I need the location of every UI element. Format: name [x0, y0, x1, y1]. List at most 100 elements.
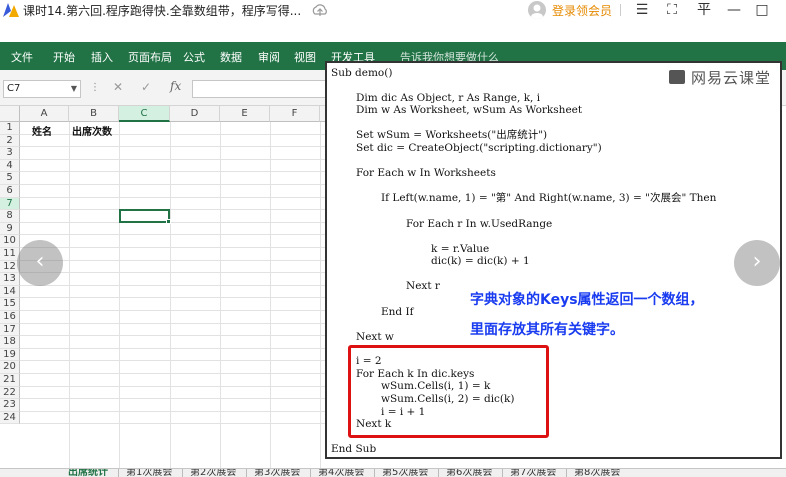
- gridline: [20, 410, 330, 412]
- row-header[interactable]: 14: [0, 285, 20, 299]
- menu-button[interactable]: ☰: [632, 1, 652, 19]
- sheet-tab-8[interactable]: 第8次展会: [574, 469, 620, 477]
- sheet-tab-3[interactable]: 第3次展会: [254, 469, 300, 477]
- cell-b1[interactable]: 出席次数: [72, 123, 112, 138]
- gridline: [170, 122, 171, 468]
- gridline: [20, 385, 330, 387]
- tab-file[interactable]: 文件: [11, 49, 33, 65]
- row-header[interactable]: 19: [0, 348, 20, 362]
- divider: [310, 469, 311, 477]
- sheet-tab-4[interactable]: 第4次展会: [318, 469, 364, 477]
- worksheet-grid[interactable]: A B C D E F 1 2 3 4 5 6 7 8 9 10 11 12 13 14 15 16 17 18 1…: [0, 106, 330, 468]
- maximize-button[interactable]: □: [752, 1, 772, 19]
- cancel-button[interactable]: ✕: [113, 80, 123, 94]
- gridline: [20, 373, 330, 374]
- sheet-tab-7[interactable]: 第7次展会: [510, 469, 556, 477]
- title-bar: 课时14.第六回.程序跑得快.全靠数组带，程序写得... 登录领会员 ☰ ⛶ 平…: [0, 0, 786, 20]
- row-header[interactable]: 7: [0, 197, 20, 211]
- cloud-upload-icon[interactable]: [311, 1, 329, 19]
- column-header-f[interactable]: F: [270, 106, 320, 122]
- row-header[interactable]: 4: [0, 159, 20, 173]
- tab-formulas[interactable]: 公式: [183, 49, 205, 65]
- tab-review[interactable]: 审阅: [258, 49, 280, 65]
- row-header[interactable]: 23: [0, 399, 20, 412]
- row-header[interactable]: 1: [0, 122, 20, 135]
- gridline: [20, 284, 330, 286]
- avatar[interactable]: [528, 1, 546, 19]
- row-header[interactable]: 3: [0, 147, 20, 160]
- tab-home[interactable]: 开始: [53, 49, 75, 65]
- row-header[interactable]: 2: [0, 134, 20, 148]
- tab-view[interactable]: 视图: [294, 49, 316, 65]
- divider: [566, 469, 567, 477]
- title-spacer: [0, 20, 786, 42]
- tab-insert[interactable]: 插入: [91, 49, 113, 65]
- row-header[interactable]: 5: [0, 172, 20, 185]
- tab-page-layout[interactable]: 页面布局: [128, 49, 172, 65]
- row-header[interactable]: 13: [0, 273, 20, 286]
- column-header-c[interactable]: C: [119, 106, 170, 122]
- prev-slide-button[interactable]: ‹: [17, 240, 63, 286]
- annotation-line-2: 里面存放其所有关键字。: [470, 322, 624, 338]
- formula-input[interactable]: [192, 80, 332, 98]
- gridline: [20, 272, 330, 274]
- row-header[interactable]: 6: [0, 185, 20, 198]
- divider: [182, 469, 183, 477]
- row-header[interactable]: 15: [0, 298, 20, 311]
- sheet-tab-summary[interactable]: 出席统计: [68, 469, 108, 477]
- row-header[interactable]: 8: [0, 210, 20, 223]
- column-header-e[interactable]: E: [220, 106, 270, 122]
- divider: [620, 4, 621, 16]
- row-header[interactable]: 9: [0, 222, 20, 236]
- highlight-box: [348, 345, 549, 438]
- tab-data[interactable]: 数据: [220, 49, 242, 65]
- fullscreen-button[interactable]: ⛶: [662, 1, 682, 19]
- code-line: Set wSum = Worksheets("出席统计"): [356, 129, 548, 141]
- minimize-button[interactable]: —: [724, 1, 744, 19]
- column-header-a[interactable]: A: [20, 106, 69, 122]
- column-header-d[interactable]: D: [170, 106, 220, 122]
- selected-cell-c7[interactable]: [119, 209, 171, 224]
- column-header-b[interactable]: B: [69, 106, 119, 122]
- row-header[interactable]: 18: [0, 336, 20, 349]
- row-header[interactable]: 16: [0, 311, 20, 324]
- sheet-tab-6[interactable]: 第6次展会: [446, 469, 492, 477]
- next-slide-button[interactable]: ›: [734, 240, 780, 286]
- row-header[interactable]: 24: [0, 411, 20, 425]
- row-header[interactable]: 20: [0, 361, 20, 374]
- login-vip-link[interactable]: 登录领会员: [552, 2, 612, 19]
- gridline: [20, 360, 330, 362]
- divider: [438, 469, 439, 477]
- code-line: End Sub: [331, 443, 377, 455]
- pin-button[interactable]: 平: [694, 1, 714, 19]
- gridline: [20, 171, 330, 173]
- row-header[interactable]: 21: [0, 374, 20, 387]
- gridline: [270, 122, 271, 468]
- gridline: [119, 122, 120, 468]
- select-all-corner[interactable]: [0, 106, 20, 122]
- code-line: End If: [381, 306, 414, 318]
- fill-handle[interactable]: [166, 219, 171, 224]
- confirm-button[interactable]: ✓: [141, 80, 151, 94]
- gridline: [20, 310, 330, 311]
- name-box[interactable]: C7 ▼: [3, 80, 81, 98]
- sheet-tab-5[interactable]: 第5次展会: [382, 469, 428, 477]
- chevron-down-icon[interactable]: ▼: [71, 81, 77, 97]
- code-line: If Left(w.name, 1) = "第" And Right(w.nam…: [381, 192, 717, 204]
- row-header[interactable]: 22: [0, 386, 20, 400]
- insert-function-button[interactable]: fx: [170, 79, 181, 93]
- sheet-tab-2[interactable]: 第2次展会: [190, 469, 236, 477]
- gridline: [20, 259, 330, 261]
- gridline: [20, 146, 330, 148]
- gridline: [20, 347, 330, 349]
- code-line: k = r.Value: [431, 243, 490, 255]
- row-header[interactable]: 17: [0, 323, 20, 337]
- watermark-text: 网易云课堂: [691, 69, 772, 87]
- divider: [502, 469, 503, 477]
- divider: [246, 469, 247, 477]
- cell-a1[interactable]: 姓名: [32, 123, 52, 138]
- code-line: Set dic = CreateObject("scripting.dictio…: [356, 142, 602, 154]
- sheet-tabs-bar: 出席统计 第1次展会 第2次展会 第3次展会 第4次展会 第5次展会 第6次展会…: [0, 468, 786, 477]
- row-header[interactable]: 10: [0, 235, 20, 248]
- sheet-tab-1[interactable]: 第1次展会: [126, 469, 172, 477]
